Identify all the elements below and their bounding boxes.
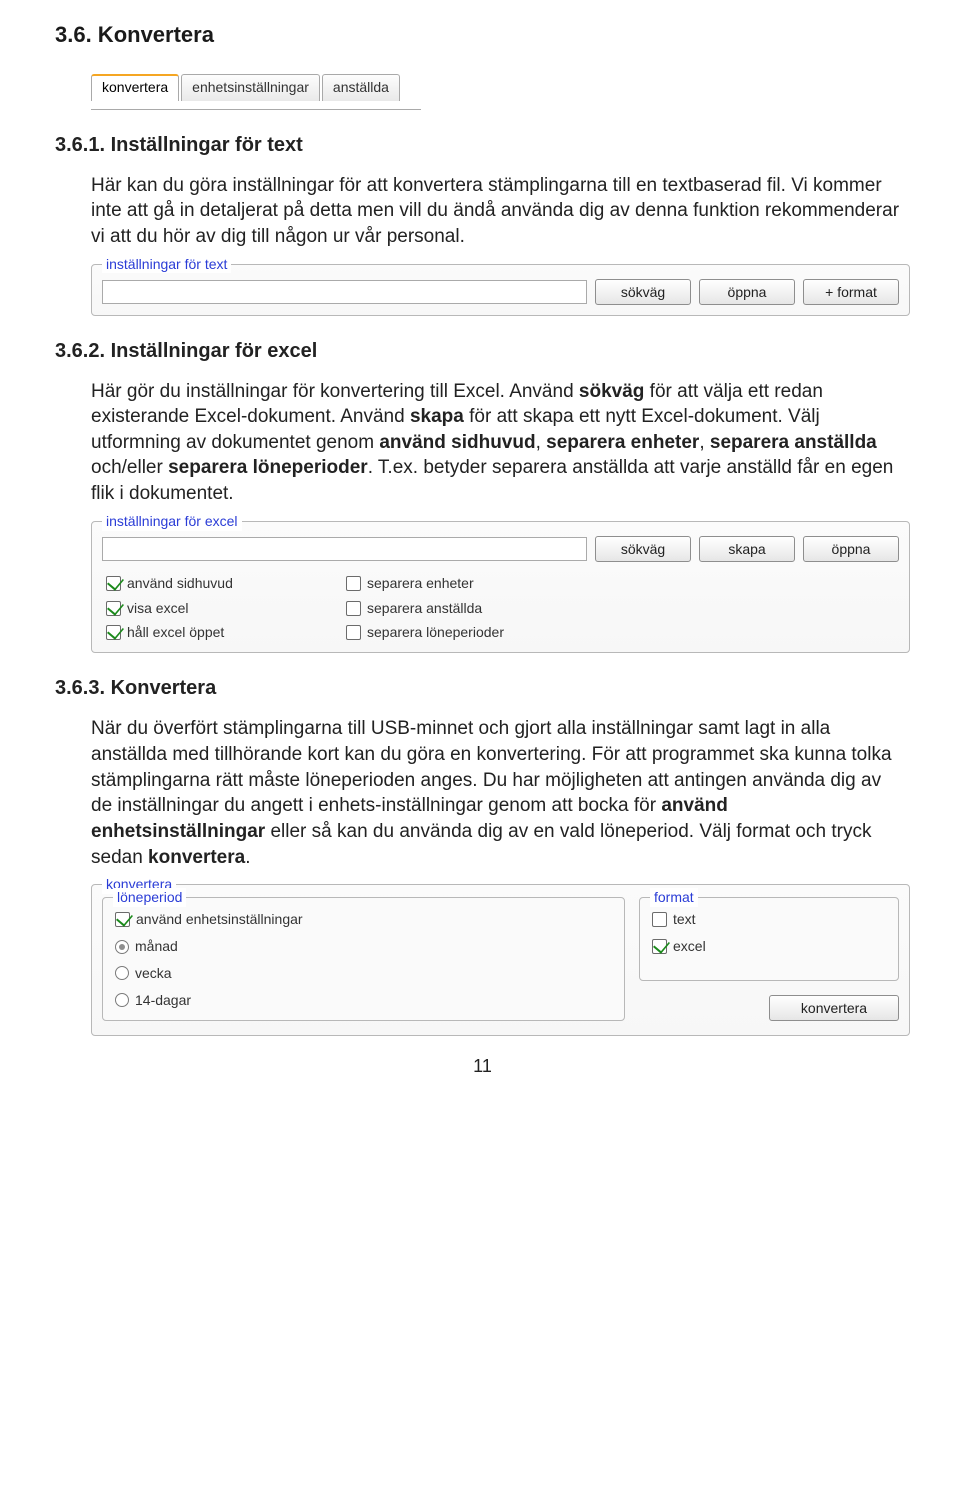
chk-separera-loneperioder[interactable]: separera löneperioder xyxy=(346,623,606,642)
chk-label: excel xyxy=(673,937,706,956)
btn-skapa-excel[interactable]: skapa xyxy=(699,536,795,562)
chk-separera-anstallda[interactable]: separera anställda xyxy=(346,599,606,618)
btn-sokvag-text[interactable]: sökväg xyxy=(595,279,691,305)
chk-label: separera enheter xyxy=(367,574,474,593)
heading-3-6-3: 3.6.3. Konvertera xyxy=(55,675,910,702)
btn-oppna-text[interactable]: öppna xyxy=(699,279,795,305)
bold-anvand-sidhuvud: använd sidhuvud xyxy=(379,432,535,453)
chk-label: separera anställda xyxy=(367,599,482,618)
heading-3-6-1: 3.6.1. Inställningar för text xyxy=(55,132,910,159)
chk-label: använd sidhuvud xyxy=(127,574,233,593)
radio-label: vecka xyxy=(135,964,172,983)
checkbox-icon xyxy=(346,576,361,591)
subpanel-loneperiod: löneperiod använd enhetsinställningar må… xyxy=(102,897,625,1021)
chk-anvand-sidhuvud[interactable]: använd sidhuvud xyxy=(106,574,306,593)
radio-14-dagar[interactable]: 14-dagar xyxy=(115,991,612,1010)
tab-konvertera[interactable]: konvertera xyxy=(91,74,179,101)
heading-3-6: 3.6. Konvertera xyxy=(55,20,910,50)
chk-format-text[interactable]: text xyxy=(652,910,886,929)
bold-separera-enheter: separera enheter xyxy=(546,432,699,453)
panel-konvertera: konvertera löneperiod använd enhetsinstä… xyxy=(91,884,910,1036)
checkbox-icon xyxy=(346,625,361,640)
btn-plus-format[interactable]: + format xyxy=(803,279,899,305)
bold-konvertera: konvertera xyxy=(148,847,245,868)
t: och/eller xyxy=(91,457,168,478)
tabstrip-underline xyxy=(91,109,421,110)
radio-manad[interactable]: månad xyxy=(115,937,612,956)
btn-oppna-excel[interactable]: öppna xyxy=(803,536,899,562)
subpanel-format: format text excel xyxy=(639,897,899,981)
chk-separera-enheter[interactable]: separera enheter xyxy=(346,574,606,593)
chk-anvand-enhetsinstallningar[interactable]: använd enhetsinställningar xyxy=(115,910,612,929)
paragraph-361: Här kan du göra inställningar för att ko… xyxy=(91,173,902,250)
radio-icon xyxy=(115,966,129,980)
radio-icon xyxy=(115,993,129,1007)
paragraph-363: När du överfört stämplingarna till USB-m… xyxy=(91,716,902,870)
excel-path-input[interactable] xyxy=(102,537,587,561)
btn-sokvag-excel[interactable]: sökväg xyxy=(595,536,691,562)
t: , xyxy=(699,432,710,453)
checkbox-icon xyxy=(106,601,121,616)
chk-label: visa excel xyxy=(127,599,188,618)
chk-label: använd enhetsinställningar xyxy=(136,910,303,929)
t: , xyxy=(536,432,547,453)
screenshot-tabs: konvertera enhetsinställningar anställda xyxy=(91,74,910,101)
chk-label: text xyxy=(673,910,696,929)
checkbox-icon xyxy=(115,912,130,927)
chk-label: håll excel öppet xyxy=(127,623,224,642)
sub-legend-format: format xyxy=(650,888,698,907)
checkbox-icon xyxy=(106,625,121,640)
chk-hall-excel-oppet[interactable]: håll excel öppet xyxy=(106,623,306,642)
bold-skapa: skapa xyxy=(410,406,464,427)
t: När du överfört stämplingarna till USB-m… xyxy=(91,718,892,816)
radio-label: 14-dagar xyxy=(135,991,191,1010)
checkbox-icon xyxy=(652,912,667,927)
panel-excel-settings: inställningar för excel sökväg skapa öpp… xyxy=(91,521,910,654)
tab-enhetsinstallningar[interactable]: enhetsinställningar xyxy=(181,74,320,101)
bold-separera-loneperioder: separera löneperioder xyxy=(168,457,368,478)
tab-anstallda[interactable]: anställda xyxy=(322,74,400,101)
chk-visa-excel[interactable]: visa excel xyxy=(106,599,306,618)
heading-3-6-2: 3.6.2. Inställningar för excel xyxy=(55,338,910,365)
text-path-input[interactable] xyxy=(102,280,587,304)
bold-separera-anstallda: separera anställda xyxy=(710,432,877,453)
radio-label: månad xyxy=(135,937,178,956)
checkbox-icon xyxy=(346,601,361,616)
radio-icon xyxy=(115,940,129,954)
panel-legend-excel: inställningar för excel xyxy=(102,512,242,531)
checkbox-icon xyxy=(652,939,667,954)
panel-text-settings: inställningar för text sökväg öppna + fo… xyxy=(91,264,910,316)
page-number: 11 xyxy=(55,1054,910,1078)
btn-konvertera[interactable]: konvertera xyxy=(769,995,899,1021)
t: Här gör du inställningar för konverterin… xyxy=(91,381,579,402)
chk-label: separera löneperioder xyxy=(367,623,504,642)
chk-format-excel[interactable]: excel xyxy=(652,937,886,956)
sub-legend-loneperiod: löneperiod xyxy=(113,888,186,907)
radio-vecka[interactable]: vecka xyxy=(115,964,612,983)
panel-legend-text: inställningar för text xyxy=(102,255,231,274)
bold-sokvag: sökväg xyxy=(579,381,644,402)
checkbox-icon xyxy=(106,576,121,591)
paragraph-362: Här gör du inställningar för konverterin… xyxy=(91,379,902,507)
t: . xyxy=(245,847,250,868)
